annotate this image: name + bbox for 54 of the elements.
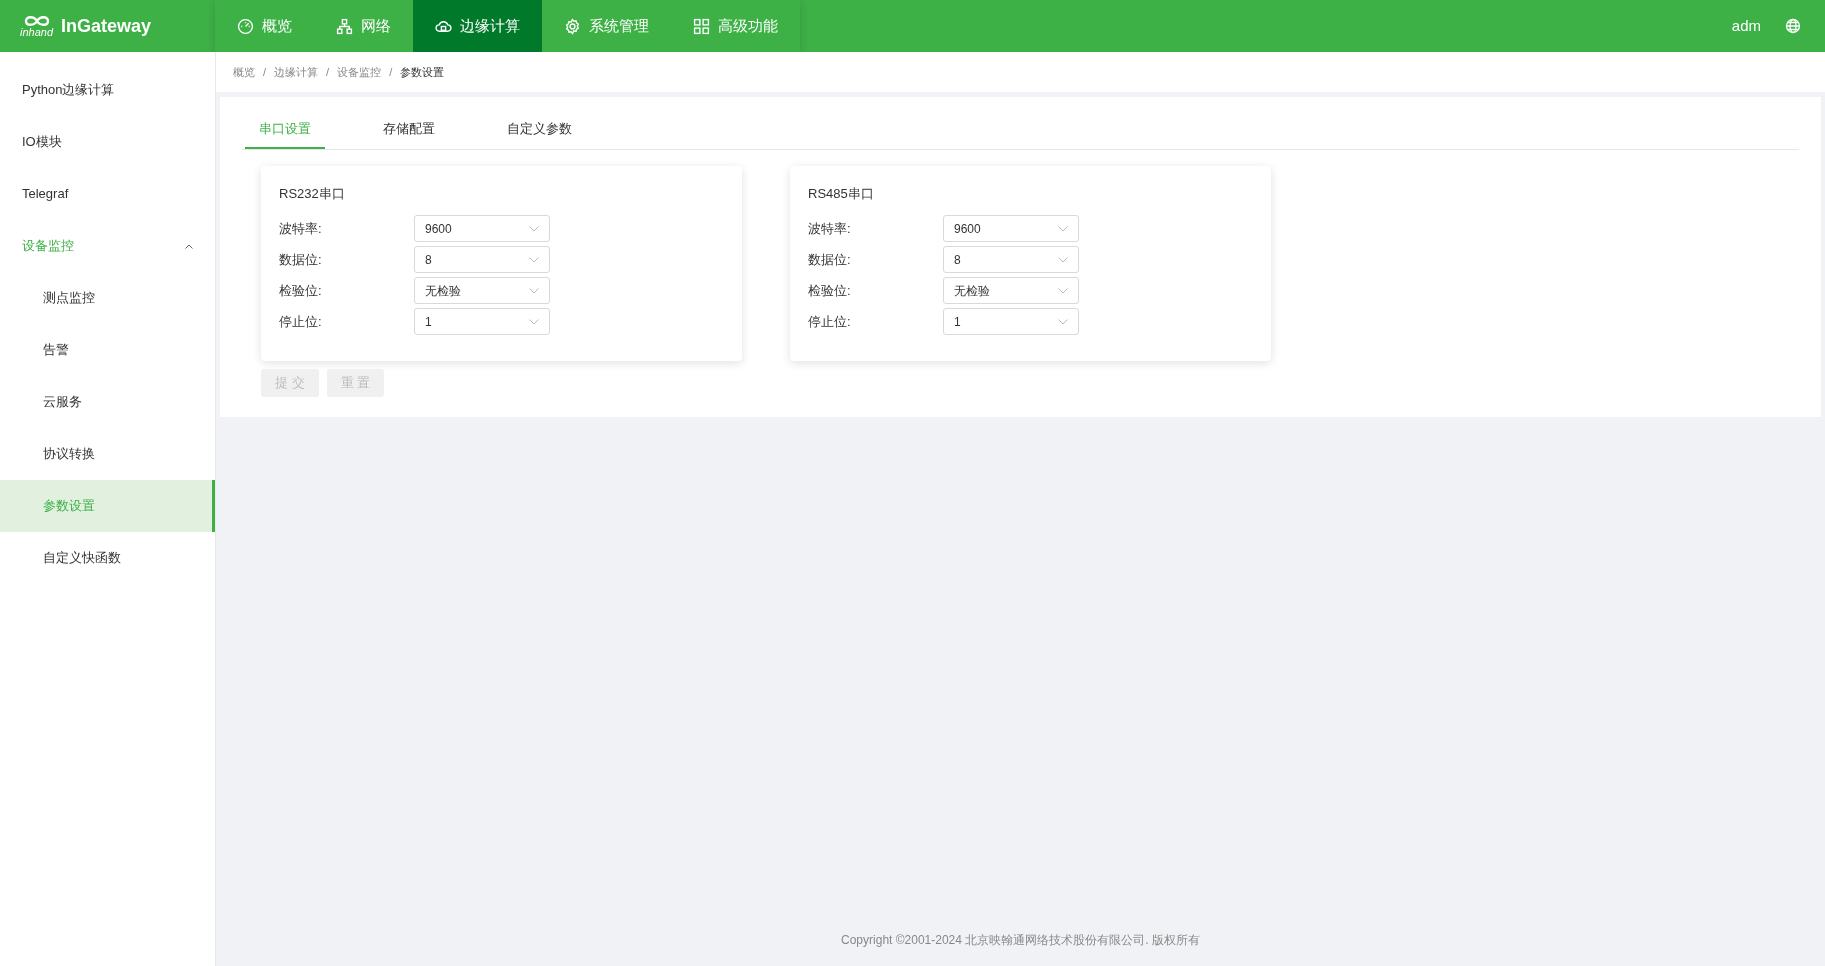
select-dropdown[interactable]: 8	[414, 246, 550, 273]
breadcrumb-link[interactable]: 边缘计算	[274, 63, 319, 81]
grid-icon	[693, 17, 710, 35]
field-label: 波特率:	[279, 219, 323, 238]
chevron-down-icon	[1058, 225, 1068, 232]
sidebar-item[interactable]: Python边缘计算	[0, 64, 215, 116]
breadcrumb-separator: /	[389, 64, 393, 80]
sidebar-item[interactable]: 自定义快函数	[0, 532, 215, 584]
logo-icon	[23, 14, 50, 27]
select-dropdown[interactable]: 8	[943, 246, 1079, 273]
card-title: RS232串口	[279, 184, 346, 203]
sidebar-item[interactable]: IO模块	[0, 116, 215, 168]
field-label: 数据位:	[279, 250, 323, 269]
chevron-down-icon	[529, 256, 539, 263]
breadcrumb-separator: /	[326, 64, 330, 80]
copyright-text: Copyright ©2001-2024 北京映翰通网络技术股份有限公司. 版权所有	[841, 933, 1200, 947]
caret-icon	[185, 243, 193, 249]
sidebar-item[interactable]: 协议转换	[0, 428, 215, 480]
chevron-down-icon	[1058, 256, 1068, 263]
tab[interactable]: 存储配置	[369, 111, 449, 149]
chevron-down-icon	[529, 225, 539, 232]
field-label: 检验位:	[279, 281, 323, 300]
select-dropdown[interactable]: 无检验	[414, 277, 550, 304]
chevron-down-icon	[529, 318, 539, 325]
breadcrumb-separator: /	[263, 64, 267, 80]
nav-tab[interactable]: 边缘计算	[413, 0, 542, 52]
sidebar-item[interactable]: 告警	[0, 324, 215, 376]
field-label: 波特率:	[808, 219, 852, 238]
sidebar-item[interactable]: 云服务	[0, 376, 215, 428]
chevron-down-icon	[1058, 318, 1068, 325]
field-label: 数据位:	[808, 250, 852, 269]
select-dropdown[interactable]: 9600	[943, 215, 1079, 242]
card-title: RS485串口	[808, 184, 875, 203]
language-globe-icon[interactable]	[1785, 18, 1801, 34]
gauge-icon	[237, 17, 254, 35]
breadcrumb-link[interactable]: 设备监控	[337, 63, 382, 81]
field-label: 停止位:	[279, 312, 323, 331]
settings-icon	[564, 17, 581, 35]
breadcrumb-link[interactable]: 概览	[233, 63, 255, 81]
chevron-down-icon	[1058, 287, 1068, 294]
sidebar-item[interactable]: Telegraf	[0, 168, 215, 220]
select-dropdown[interactable]: 无检验	[943, 277, 1079, 304]
logo-subtext: inhand	[20, 26, 54, 38]
network-icon	[336, 17, 353, 35]
select-dropdown[interactable]: 1	[943, 308, 1079, 335]
field-label: 检验位:	[808, 281, 852, 300]
select-dropdown[interactable]: 9600	[414, 215, 550, 242]
breadcrumb-current: 参数设置	[400, 64, 445, 80]
logo-text: InGateway	[61, 14, 152, 38]
field-label: 停止位:	[808, 312, 852, 331]
chevron-down-icon	[529, 287, 539, 294]
select-dropdown[interactable]: 1	[414, 308, 550, 335]
tab[interactable]: 自定义参数	[493, 111, 586, 149]
sidebar-item[interactable]: 测点监控	[0, 272, 215, 324]
